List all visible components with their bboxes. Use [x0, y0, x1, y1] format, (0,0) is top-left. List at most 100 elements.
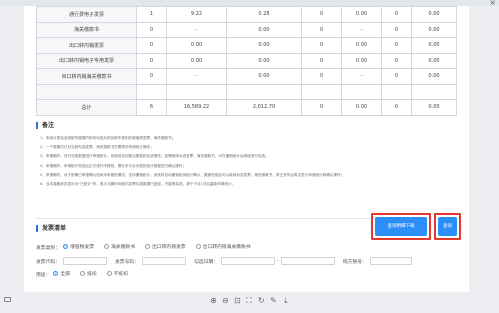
close-icon[interactable]: ×: [489, 0, 496, 7]
note-text: 本统计表包含税款所属期内所有勾选为抵扣和不抵扣的增值税发票、海关缴款书；: [45, 136, 176, 140]
query-button[interactable]: 查询: [438, 217, 457, 236]
zoom-in-icon[interactable]: ⊕: [210, 296, 217, 305]
radio-icon[interactable]: [80, 271, 86, 276]
table-cell: 0: [381, 52, 412, 69]
table-cell: 0: [301, 68, 342, 85]
date-start-input[interactable]: [221, 257, 275, 265]
table-cell: 0: [381, 99, 412, 116]
table-row: 通行费电子发票 1 9.22 0.28 0 0.00 0 0.00: [36, 6, 457, 23]
note-item: 1、本统计表包含税款所属期内所有勾选为抵扣和不抵扣的增值税发票、海关缴款书；: [36, 134, 460, 143]
table-cell: 0: [301, 21, 342, 38]
table-cell: [136, 83, 167, 100]
table-cell: -: [166, 21, 227, 38]
radio-icon[interactable]: [145, 244, 150, 249]
table-row: [36, 83, 457, 100]
invoice-type-option[interactable]: 增值税发票: [63, 243, 94, 250]
table-cell: 0: [301, 52, 342, 69]
table-cell: 1: [136, 6, 167, 23]
table-row: 出口转内销海关缴款书 0-0.00 0-0 0.00: [36, 68, 457, 85]
radio-icon[interactable]: [53, 271, 59, 276]
table-cell: [226, 83, 302, 100]
row-name-cell: 总计: [36, 99, 137, 116]
date-end-input[interactable]: [280, 257, 335, 265]
table-row: 出口转内销发票 0 0.00 0.00 0 0.00 0 0.00: [36, 37, 457, 54]
rotate-icon[interactable]: ↻: [258, 296, 265, 305]
zoom-out-icon[interactable]: ⊖: [222, 296, 229, 305]
row-name-cell: 海关缴款书: [36, 21, 137, 38]
usage-option[interactable]: 全部: [53, 270, 70, 277]
usage-option[interactable]: 不抵扣: [106, 270, 129, 277]
invoice-type-label: 发票类别：: [36, 245, 60, 251]
table-cell: [341, 83, 382, 100]
seller-taxid-label: 销方税号：: [342, 259, 367, 265]
table-cell: 16,589.22: [166, 99, 227, 116]
note-text: 一个属期内只对当前勾选发票、海关缴款书无需再次申请统计操作；: [45, 145, 154, 150]
row-name-cell: 出口转内销发票: [36, 37, 137, 54]
table-cell: 0.00: [341, 99, 382, 116]
table-cell: 0: [136, 37, 167, 54]
table-cell: 0.00: [226, 68, 302, 85]
table-cell: 0: [301, 6, 342, 23]
row-name-cell: 出口转内销电子专用发票: [36, 52, 137, 69]
crop-icon[interactable]: ⛶: [246, 296, 252, 305]
edit-icon[interactable]: ✎: [270, 296, 277, 305]
fit-page-icon[interactable]: ⊡: [234, 296, 241, 305]
document-page: 通行费电子发票 1 9.22 0.28 0 0.00 0 0.00 海关缴款书 0-0.00 0-0…: [24, 6, 469, 292]
table-row: 出口转内销电子专用发票 0 0.00 0.00 0 0.00 0 0.00: [36, 52, 457, 69]
usage-label: 用途：: [36, 272, 51, 278]
note-text: 申报期内，对已勾选数据进行申请统计，系统将自动按当期抵扣勾选操作；如需继续勾选发…: [45, 154, 269, 159]
table-cell: 0: [381, 6, 412, 23]
filter-row: 发票代码： 发票号码： 勾选日期： - 销方税号：: [36, 257, 412, 265]
seller-taxid-input[interactable]: [369, 257, 412, 265]
table-cell: 2,012.70: [226, 99, 302, 116]
table-cell: 0.00: [411, 6, 457, 23]
invoice-type-option-label: 增值税发票: [70, 245, 94, 250]
invoice-type-option[interactable]: 海关缴款书: [104, 243, 135, 250]
table-cell: 0: [381, 37, 412, 54]
invoice-code-input[interactable]: [63, 257, 107, 265]
table-cell: 0.00: [166, 52, 227, 69]
usage-row: 用途： 全部 抵扣 不抵扣: [36, 270, 138, 278]
panel-toggle-icon[interactable]: [4, 297, 11, 302]
summary-table: 通行费电子发票 1 9.22 0.28 0 0.00 0 0.00 海关缴款书 0-0.00 0-0…: [36, 6, 457, 116]
table-cell: -: [166, 68, 227, 85]
note-item: 3、申报期内，对已勾选数据进行申请统计，系统将自动按当期抵扣勾选操作；如需继续勾…: [36, 152, 460, 161]
note-text: 申报期内，对于前期已申报确认但尚未申报的情况，支持撤销统计，系统将自动撤销抵扣统…: [45, 172, 345, 177]
table-cell: -: [341, 21, 382, 38]
invoice-type-option[interactable]: 出口转内销海关缴款书: [195, 243, 251, 250]
bottom-toolbar: ⊕ ⊖ ⊡ ⛶ ↻ ✎ ⤓: [0, 292, 499, 313]
usage-option-label: 不抵扣: [113, 272, 129, 277]
note-item: 4、申报期内，申请统计完成后正式进行申报前，需在本平台对抵扣统计数据进行确认操作…: [36, 162, 460, 171]
radio-icon[interactable]: [106, 271, 112, 276]
invoice-number-input[interactable]: [142, 257, 186, 265]
invoice-number-label: 发票号码：: [115, 259, 139, 265]
table-cell: 0.00: [411, 52, 457, 69]
radio-icon[interactable]: [195, 244, 201, 249]
invoice-type-option-label: 海关缴款书: [111, 245, 135, 250]
radio-icon[interactable]: [104, 244, 109, 249]
row-name-cell: 通行费电子发票: [36, 6, 137, 23]
note-item: 5、申报期内，对于前期已申报确认但尚未申报的情况，支持撤销统计，系统将自动撤销抵…: [36, 171, 460, 180]
table-cell: 0.00: [226, 21, 302, 38]
query-detail-download-button[interactable]: 查询明细下载: [375, 217, 427, 236]
invoice-type-option-label: 出口转内销海关缴款书: [202, 245, 251, 250]
invoice-type-option[interactable]: 出口转内销发票: [145, 243, 186, 250]
table-cell: 0: [381, 68, 412, 85]
download-icon[interactable]: ⤓: [284, 296, 288, 305]
table-row: 总计 6 16,589.22 2,012.70 0 0.00 0 0.00: [36, 99, 457, 116]
table-cell: 0: [136, 52, 167, 69]
table-cell: 0.00: [411, 99, 457, 116]
table-cell: 0.00: [411, 21, 457, 38]
table-cell: 0.00: [341, 6, 382, 23]
usage-option[interactable]: 抵扣: [80, 270, 97, 277]
table-cell: 0: [136, 68, 167, 85]
table-cell: 0.00: [411, 37, 457, 54]
radio-icon[interactable]: [63, 244, 68, 249]
row-name-cell: [36, 83, 137, 100]
table-cell: [381, 83, 412, 100]
table-cell: 0: [381, 21, 412, 38]
usage-option-label: 全部: [60, 272, 71, 277]
usage-option-label: 抵扣: [87, 272, 97, 277]
notes-list: 1、本统计表包含税款所属期内所有勾选为抵扣和不抵扣的增值税发票、海关缴款书； 2、…: [36, 134, 460, 189]
table-cell: 6: [136, 99, 167, 116]
